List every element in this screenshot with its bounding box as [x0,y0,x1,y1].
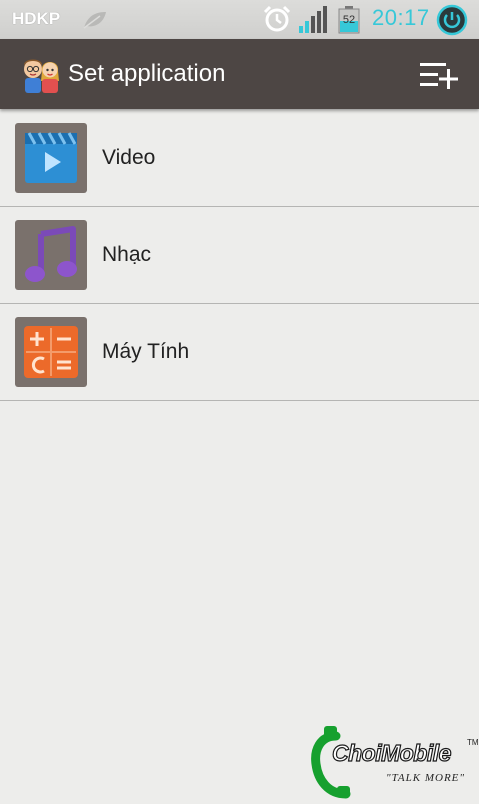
carrier-label: HDKP [12,9,61,28]
list-item-video[interactable]: Video [0,110,479,207]
list-item-label: Video [102,146,156,169]
alarm-icon [262,5,292,38]
couple-icon [20,55,62,98]
battery-level: 52 [342,14,356,26]
app-list: Video Nhạc Máy Tính [0,110,479,401]
add-list-icon[interactable] [418,59,460,96]
video-icon [15,123,87,193]
list-item-music[interactable]: Nhạc [0,207,479,304]
choimobile-logo: ChoiMobile TM "TALK MORE" [310,722,479,799]
action-bar: Set application [0,39,479,109]
list-item-label: Nhạc [102,243,152,266]
list-item-calculator[interactable]: Máy Tính [0,304,479,401]
status-bar: HDKP 52 20:17 [0,0,479,39]
clock: 20:17 [372,5,430,30]
leaf-icon [82,10,108,35]
watermark-tagline: "TALK MORE" [386,772,466,784]
page-title: Set application [68,60,226,87]
signal-icon [298,6,328,39]
music-icon [15,220,87,290]
watermark-tm: TM [467,738,479,747]
watermark-brand: ChoiMobile [331,739,452,766]
power-icon[interactable] [436,4,468,41]
list-item-label: Máy Tính [102,340,190,363]
calculator-icon [15,317,87,387]
